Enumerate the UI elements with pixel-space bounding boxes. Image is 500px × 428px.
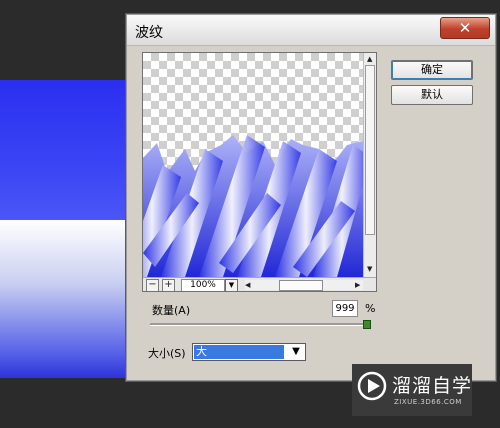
size-select[interactable]: 大 ▼ <box>192 343 306 361</box>
close-button[interactable]: ✕ <box>440 17 490 39</box>
watermark-url: ZIXUE.3D66.COM <box>394 398 462 406</box>
zoom-level-field[interactable]: 100% <box>181 279 225 291</box>
preview-vertical-scrollbar[interactable]: ▲ ▼ <box>363 53 376 277</box>
canvas-blue-area <box>0 80 130 220</box>
dialog-title: 波纹 <box>135 25 163 41</box>
size-dropdown-icon[interactable]: ▼ <box>289 344 303 360</box>
watermark-brand: 溜溜自学 <box>392 375 473 397</box>
default-button[interactable]: 默认 <box>391 85 473 105</box>
zoom-dropdown-icon[interactable]: ▼ <box>225 279 238 291</box>
horizontal-scroll-thumb[interactable] <box>279 280 323 291</box>
amount-unit: % <box>365 302 376 315</box>
preview-pane[interactable]: ▲ ▼ − + 100% ▼ ◀ ▶ <box>142 52 377 292</box>
dialog-titlebar[interactable]: 波纹 ✕ <box>127 15 495 46</box>
amount-label: 数量(A) <box>152 304 191 317</box>
size-label: 大小(S) <box>148 347 186 360</box>
scroll-down-arrow-icon[interactable]: ▼ <box>367 265 372 273</box>
vertical-scroll-thumb[interactable] <box>365 65 375 235</box>
ripple-dialog: 波纹 ✕ ▲ ▼ − + 100% ▼ ◀ ▶ 确定 默认 数量(A) 999 … <box>125 13 497 382</box>
canvas-gradient-area <box>0 220 130 378</box>
zoom-out-button[interactable]: − <box>146 279 159 291</box>
scroll-up-arrow-icon[interactable]: ▲ <box>367 55 372 63</box>
amount-slider-thumb[interactable] <box>363 320 371 329</box>
watermark-badge: 溜溜自学 ZIXUE.3D66.COM <box>352 364 472 416</box>
size-selected-value[interactable]: 大 <box>194 345 284 359</box>
zoom-in-button[interactable]: + <box>162 279 175 291</box>
amount-input[interactable]: 999 <box>332 300 358 317</box>
ripple-preview-image <box>143 135 363 277</box>
ok-button[interactable]: 确定 <box>391 60 473 80</box>
preview-zoom-bar: − + 100% ▼ ◀ ▶ <box>143 277 376 291</box>
scroll-left-arrow-icon[interactable]: ◀ <box>245 281 250 289</box>
preview-horizontal-scrollbar[interactable]: ◀ ▶ <box>245 280 363 291</box>
play-logo-icon <box>357 371 387 401</box>
scroll-right-arrow-icon[interactable]: ▶ <box>355 281 360 289</box>
amount-slider[interactable] <box>150 323 368 326</box>
